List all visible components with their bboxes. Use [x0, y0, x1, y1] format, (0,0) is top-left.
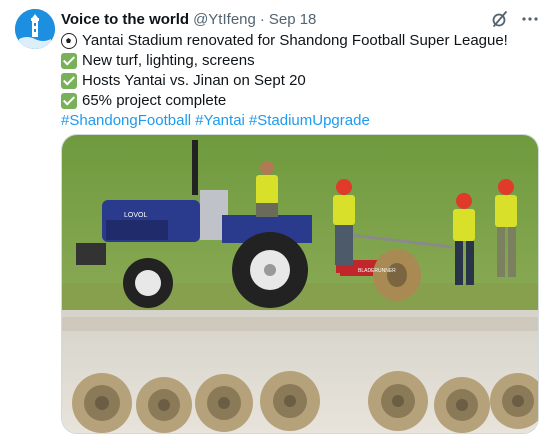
- tweet-line-item: 65% project complete: [61, 91, 540, 111]
- check-mark-icon: [61, 93, 77, 109]
- author-name[interactable]: Voice to the world: [61, 10, 189, 30]
- tweet-line-item: New turf, lighting, screens: [61, 51, 540, 71]
- grok-icon[interactable]: [491, 10, 509, 28]
- header-icons: [491, 10, 539, 28]
- hashtag-link[interactable]: #Yantai: [195, 111, 245, 131]
- tweet-date[interactable]: Sep 18: [269, 10, 317, 30]
- separator-dot: ·: [259, 11, 265, 28]
- author-handle[interactable]: @YtIfeng: [193, 10, 256, 30]
- tweet-line-item: Hosts Yantai vs. Jinan on Sept 20: [61, 71, 540, 91]
- soccer-ball-icon: [61, 33, 77, 49]
- stadium-turf-photo: LOVOL BLADERUNNER: [62, 135, 538, 433]
- hashtag-link[interactable]: #ShandongFootball: [61, 111, 191, 131]
- check-mark-icon: [61, 73, 77, 89]
- item-text: New turf, lighting, screens: [82, 52, 255, 69]
- tweet-card[interactable]: Voice to the world @YtIfeng · Sep 18 Yan…: [0, 0, 554, 440]
- headline-text: Yantai Stadium renovated for Shandong Fo…: [82, 32, 508, 49]
- avatar[interactable]: [15, 9, 55, 49]
- tweet-header: Voice to the world @YtIfeng · Sep 18: [61, 10, 539, 30]
- tweet-line-headline: Yantai Stadium renovated for Shandong Fo…: [61, 31, 540, 51]
- hashtag-link[interactable]: #StadiumUpgrade: [249, 111, 370, 131]
- roller-brand-text: BLADERUNNER: [358, 268, 396, 274]
- item-text: 65% project complete: [82, 92, 227, 109]
- check-mark-icon: [61, 53, 77, 69]
- more-icon[interactable]: [521, 10, 539, 28]
- lighthouse-icon: [15, 9, 55, 49]
- tweet-photo[interactable]: LOVOL BLADERUNNER: [61, 134, 539, 434]
- tractor-brand-text: LOVOL: [124, 212, 147, 219]
- item-text: Hosts Yantai vs. Jinan on Sept 20: [82, 72, 306, 89]
- hashtag-line: #ShandongFootball #Yantai #StadiumUpgrad…: [61, 111, 540, 131]
- tweet-text: Yantai Stadium renovated for Shandong Fo…: [61, 31, 540, 131]
